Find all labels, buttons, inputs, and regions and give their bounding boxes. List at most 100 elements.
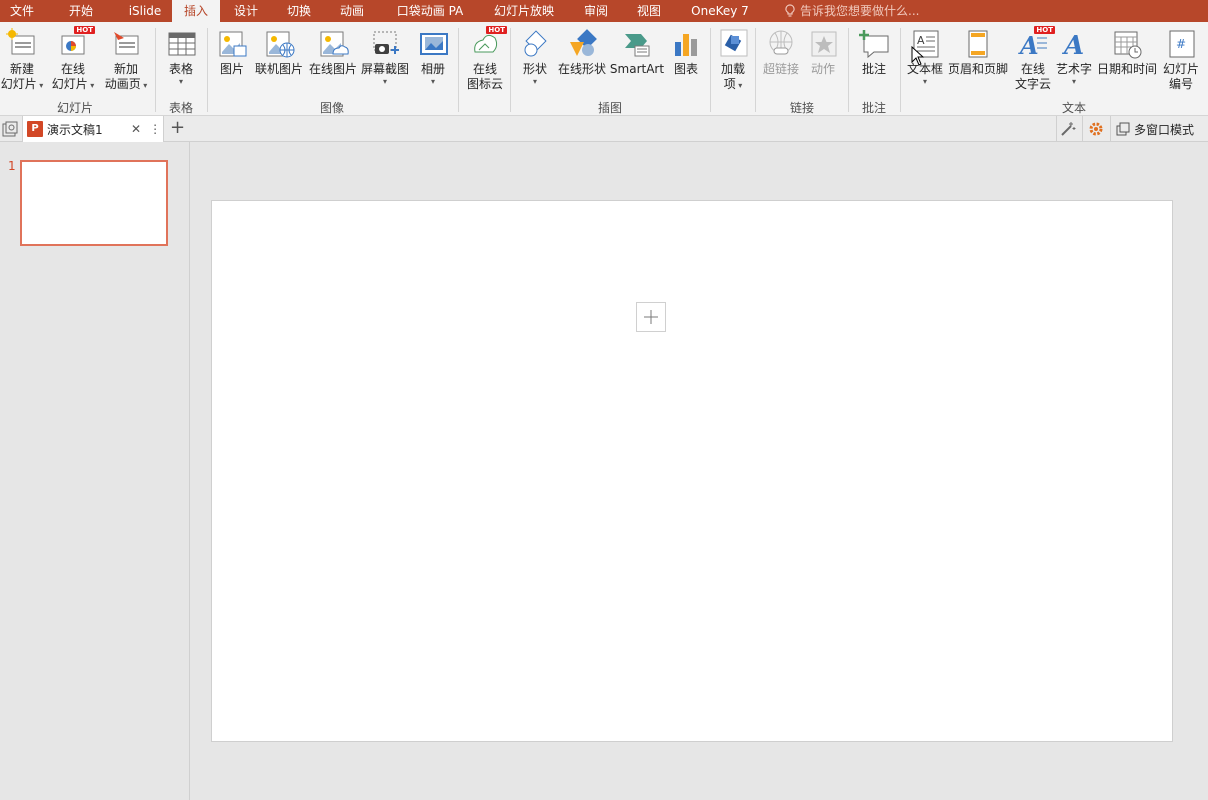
new-tab-button[interactable]: + bbox=[170, 117, 185, 138]
online-shapes-button[interactable]: 在线形状 bbox=[556, 28, 608, 77]
datetime-label: 日期和时间 bbox=[1096, 62, 1157, 76]
slide-canvas[interactable] bbox=[211, 200, 1173, 742]
hot-badge: HOT bbox=[1034, 26, 1055, 34]
slide-number-icon: # bbox=[1165, 28, 1197, 60]
chart-button[interactable]: 图表 bbox=[668, 28, 704, 77]
svg-text:#: # bbox=[1176, 37, 1186, 51]
screenshot-button[interactable]: 屏幕截图 ▾ bbox=[360, 28, 410, 87]
picture-icon bbox=[216, 28, 248, 60]
slide-number-label-2: 编号 bbox=[1168, 77, 1193, 91]
online-picture-button[interactable]: 在线图片 bbox=[306, 28, 360, 77]
new-anim-page-button[interactable]: 新加 动画页 ▾ bbox=[100, 28, 152, 92]
tell-me-box[interactable]: 告诉我您想要做什么... bbox=[784, 0, 919, 22]
action-button[interactable]: 动作 bbox=[804, 28, 842, 77]
wordart-button[interactable]: A 艺术字 ▾ bbox=[1054, 28, 1094, 87]
tab-pocket-animation[interactable]: 口袋动画 PA bbox=[378, 0, 482, 22]
table-button[interactable]: 表格 ▾ bbox=[160, 28, 202, 87]
tab-animations[interactable]: 动画 bbox=[326, 0, 378, 22]
addins-label-2: 项 bbox=[723, 77, 736, 91]
word-cloud-label-2: 文字云 bbox=[1014, 77, 1051, 91]
chevron-down-icon: ▾ bbox=[735, 81, 743, 90]
online-slide-icon: HOT bbox=[57, 26, 95, 60]
header-footer-button[interactable]: 页眉和页脚 bbox=[946, 28, 1010, 77]
chevron-down-icon: ▾ bbox=[178, 77, 183, 86]
hyperlink-icon bbox=[765, 28, 797, 60]
comment-label: 批注 bbox=[861, 62, 886, 76]
tab-view[interactable]: 视图 bbox=[626, 0, 672, 22]
tab-onekey[interactable]: OneKey 7 bbox=[672, 0, 768, 22]
new-slide-button[interactable]: 新建 幻灯片 ▾ bbox=[0, 28, 44, 92]
slide-thumbnails-panel: 1 bbox=[0, 142, 190, 800]
restore-pages-icon[interactable] bbox=[2, 121, 18, 137]
tab-islide[interactable]: iSlide bbox=[118, 0, 172, 22]
group-label-images: 图像 bbox=[319, 101, 344, 115]
document-tab[interactable]: P 演示文稿1 ✕ ⋮ bbox=[22, 116, 164, 142]
tab-home[interactable]: 开始 bbox=[44, 0, 118, 22]
slide-thumbnail[interactable] bbox=[20, 160, 168, 246]
tell-me-text: 告诉我您想要做什么... bbox=[800, 4, 920, 18]
divider bbox=[1110, 116, 1111, 142]
addins-label-1: 加载 bbox=[720, 62, 745, 76]
tab-file[interactable]: 文件 bbox=[0, 0, 44, 22]
shapes-button[interactable]: 形状 ▾ bbox=[515, 28, 555, 87]
group-separator bbox=[458, 28, 459, 112]
chevron-down-icon: ▾ bbox=[430, 77, 435, 86]
hot-badge: HOT bbox=[74, 26, 95, 34]
online-picture-linked-button[interactable]: 联机图片 bbox=[252, 28, 306, 77]
group-separator bbox=[510, 28, 511, 112]
word-cloud-button[interactable]: A HOT 在线 文字云 bbox=[1012, 26, 1055, 92]
hyperlink-label: 超链接 bbox=[762, 62, 799, 76]
group-separator bbox=[755, 28, 756, 112]
divider bbox=[1056, 116, 1057, 142]
addins-button[interactable]: 加载 项 ▾ bbox=[714, 28, 752, 92]
close-tab-icon[interactable]: ✕ bbox=[131, 122, 141, 136]
comment-button[interactable]: 批注 bbox=[852, 28, 896, 77]
header-footer-label: 页眉和页脚 bbox=[947, 62, 1008, 76]
document-name: 演示文稿1 bbox=[47, 122, 103, 137]
more-options-icon[interactable]: ⋮ bbox=[149, 122, 161, 136]
smartart-button[interactable]: SmartArt bbox=[609, 28, 665, 77]
new-slide-icon bbox=[6, 28, 38, 60]
star-icon bbox=[807, 28, 839, 60]
online-slide-button[interactable]: HOT 在线 幻灯片 ▾ bbox=[48, 26, 98, 92]
tab-design[interactable]: 设计 bbox=[220, 0, 272, 22]
chevron-down-icon: ▾ bbox=[922, 77, 927, 86]
tab-slideshow[interactable]: 幻灯片放映 bbox=[482, 0, 566, 22]
group-label-comments: 批注 bbox=[861, 101, 886, 115]
tab-insert[interactable]: 插入 bbox=[172, 0, 220, 22]
online-picture-label: 在线图片 bbox=[308, 62, 357, 76]
icon-cloud-label-2: 图标云 bbox=[466, 77, 503, 91]
word-cloud-icon: A HOT bbox=[1017, 26, 1055, 60]
tab-review[interactable]: 审阅 bbox=[566, 0, 626, 22]
gear-icon[interactable] bbox=[1088, 121, 1104, 137]
picture-button[interactable]: 图片 bbox=[214, 28, 250, 77]
chevron-down-icon: ▾ bbox=[532, 77, 537, 86]
group-separator bbox=[155, 28, 156, 112]
online-picture-linked-icon bbox=[263, 28, 295, 60]
tab-transitions[interactable]: 切换 bbox=[272, 0, 326, 22]
hyperlink-button[interactable]: 超链接 bbox=[760, 28, 802, 77]
multiwindow-label: 多窗口模式 bbox=[1134, 122, 1195, 137]
group-label-slides: 幻灯片 bbox=[56, 101, 93, 115]
chevron-down-icon: ▾ bbox=[140, 81, 148, 90]
picture-label: 图片 bbox=[219, 62, 244, 76]
slide-number-button[interactable]: # 幻灯片 编号 bbox=[1160, 28, 1202, 92]
new-anim-page-label-1: 新加 bbox=[113, 62, 138, 76]
album-button[interactable]: 相册 ▾ bbox=[414, 28, 452, 87]
group-label-text: 文本 bbox=[1061, 101, 1086, 115]
slide-editing-area bbox=[190, 142, 1208, 800]
document-tab-strip: P 演示文稿1 ✕ ⋮ + 多窗口模式 bbox=[0, 116, 1208, 142]
group-separator bbox=[207, 28, 208, 112]
wand-icon[interactable] bbox=[1060, 121, 1076, 137]
smartart-label: SmartArt bbox=[609, 62, 665, 76]
multiwindow-button[interactable]: 多窗口模式 bbox=[1116, 116, 1194, 142]
add-content-button[interactable] bbox=[636, 302, 666, 332]
new-slide-label-2: 幻灯片 bbox=[0, 77, 37, 91]
shapes-icon bbox=[519, 28, 551, 60]
wordart-label: 艺术字 bbox=[1055, 62, 1092, 76]
datetime-button[interactable]: 日期和时间 bbox=[1096, 28, 1158, 77]
addins-icon bbox=[717, 28, 749, 60]
icon-cloud-button[interactable]: HOT 在线 图标云 bbox=[463, 26, 507, 92]
chevron-down-icon: ▾ bbox=[1071, 77, 1076, 86]
hot-badge: HOT bbox=[486, 26, 507, 34]
